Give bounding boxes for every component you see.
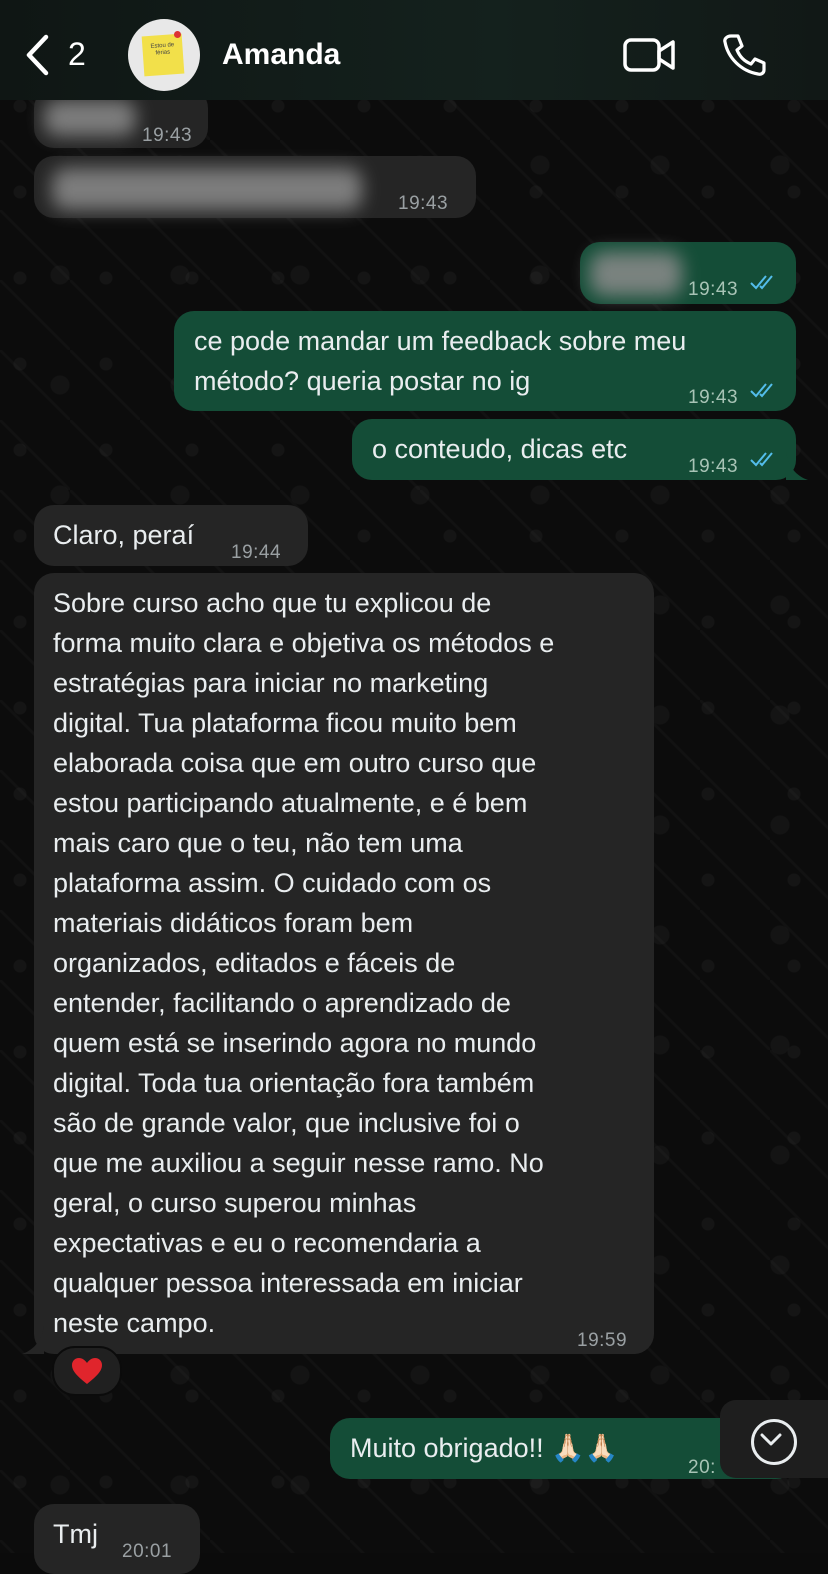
chevron-down-circle-icon <box>751 1419 797 1465</box>
blurred-content <box>52 168 362 210</box>
avatar-sticky-note: Estou de férias <box>141 33 185 77</box>
message-bubble-incoming[interactable]: 19:43 <box>34 156 476 218</box>
scroll-to-bottom-button[interactable] <box>720 1400 828 1478</box>
chevron-left-icon[interactable] <box>24 34 52 76</box>
bubble-tail <box>22 1326 44 1354</box>
read-receipt-icon <box>750 383 773 398</box>
message-bubble-incoming[interactable]: Claro, peraí 19:44 <box>34 505 308 566</box>
avatar[interactable]: Estou de férias <box>128 19 200 91</box>
message-time: 19:43 <box>688 456 739 477</box>
message-time: 20: <box>688 1457 716 1478</box>
message-bubble-incoming[interactable]: Tmj 20:01 <box>34 1504 200 1574</box>
message-text: Sobre curso acho que tu explicou de form… <box>53 588 555 1338</box>
message-text: o conteudo, dicas etc <box>372 434 628 464</box>
message-time: 19:43 <box>142 125 193 146</box>
message-bubble-incoming[interactable]: Sobre curso acho que tu explicou de form… <box>34 573 654 1354</box>
reaction-heart[interactable] <box>52 1346 122 1396</box>
pin-icon <box>174 31 181 38</box>
video-call-icon[interactable] <box>622 36 676 74</box>
message-time: 19:43 <box>688 387 739 408</box>
message-time: 19:44 <box>231 542 282 563</box>
message-text: Tmj <box>53 1519 98 1549</box>
message-text: Muito obrigado!! 🙏🏻🙏🏻 <box>350 1433 619 1463</box>
message-time: 19:43 <box>688 279 739 300</box>
read-receipt-icon <box>750 275 773 290</box>
message-bubble-outgoing[interactable]: ce pode mandar um feedback sobre meu mét… <box>174 311 796 411</box>
contact-name[interactable]: Amanda <box>222 38 340 72</box>
blurred-content <box>590 252 682 296</box>
message-bubble-outgoing[interactable]: 19:43 <box>580 242 796 304</box>
bubble-tail <box>786 452 808 480</box>
message-bubble-outgoing[interactable]: o conteudo, dicas etc 19:43 <box>352 419 796 480</box>
message-text: Claro, peraí <box>53 520 195 550</box>
message-time: 20:01 <box>122 1541 173 1562</box>
heart-icon <box>72 1358 102 1384</box>
message-time: 19:59 <box>577 1330 628 1351</box>
message-text: ce pode mandar um feedback sobre meu mét… <box>194 326 687 396</box>
message-time: 19:43 <box>398 193 449 214</box>
read-receipt-icon <box>750 452 773 467</box>
chat-header: 2 Estou de férias Amanda <box>0 0 828 100</box>
unread-count[interactable]: 2 <box>68 36 86 73</box>
phone-icon[interactable] <box>722 32 766 76</box>
blurred-content <box>44 100 136 136</box>
